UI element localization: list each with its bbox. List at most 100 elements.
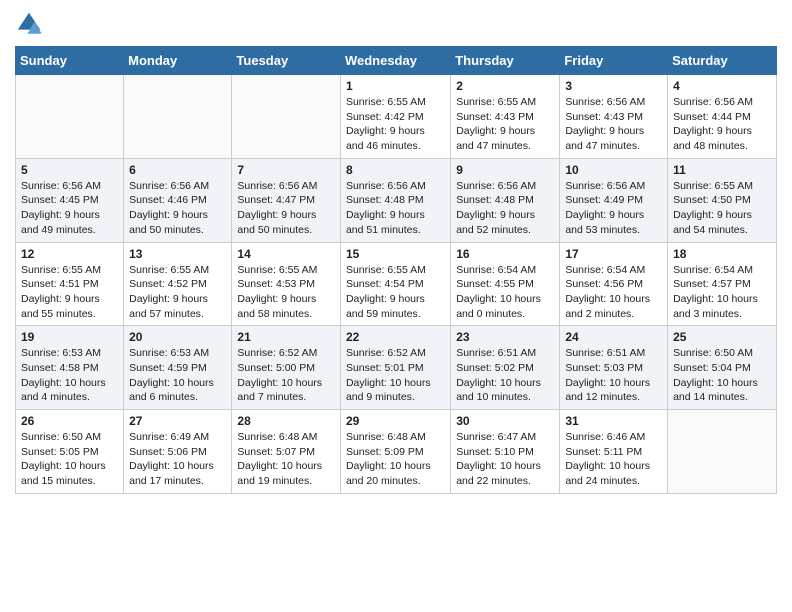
day-number: 6 (129, 163, 226, 177)
weekday-header-row: SundayMondayTuesdayWednesdayThursdayFrid… (16, 47, 777, 75)
day-number: 3 (565, 79, 662, 93)
calendar-cell: 7 Sunrise: 6:56 AM Sunset: 4:47 PM Daylig… (232, 158, 341, 242)
day-info: Sunrise: 6:54 AM Sunset: 4:57 PM Dayligh… (673, 263, 771, 322)
day-number: 14 (237, 247, 335, 261)
day-info: Sunrise: 6:55 AM Sunset: 4:51 PM Dayligh… (21, 263, 118, 322)
day-number: 9 (456, 163, 554, 177)
day-number: 22 (346, 330, 445, 344)
calendar-cell: 12 Sunrise: 6:55 AM Sunset: 4:51 PM Dayli… (16, 242, 124, 326)
day-info: Sunrise: 6:48 AM Sunset: 5:07 PM Dayligh… (237, 430, 335, 489)
calendar-week-row: 19 Sunrise: 6:53 AM Sunset: 4:58 PM Dayli… (16, 326, 777, 410)
day-info: Sunrise: 6:55 AM Sunset: 4:53 PM Dayligh… (237, 263, 335, 322)
weekday-header-thursday: Thursday (451, 47, 560, 75)
day-info: Sunrise: 6:56 AM Sunset: 4:44 PM Dayligh… (673, 95, 771, 154)
day-number: 8 (346, 163, 445, 177)
day-info: Sunrise: 6:56 AM Sunset: 4:48 PM Dayligh… (456, 179, 554, 238)
day-number: 11 (673, 163, 771, 177)
day-info: Sunrise: 6:56 AM Sunset: 4:49 PM Dayligh… (565, 179, 662, 238)
calendar-cell: 14 Sunrise: 6:55 AM Sunset: 4:53 PM Dayli… (232, 242, 341, 326)
day-number: 2 (456, 79, 554, 93)
calendar-cell: 8 Sunrise: 6:56 AM Sunset: 4:48 PM Daylig… (340, 158, 450, 242)
calendar-cell: 17 Sunrise: 6:54 AM Sunset: 4:56 PM Dayli… (560, 242, 668, 326)
day-info: Sunrise: 6:46 AM Sunset: 5:11 PM Dayligh… (565, 430, 662, 489)
day-info: Sunrise: 6:51 AM Sunset: 5:03 PM Dayligh… (565, 346, 662, 405)
calendar-cell: 27 Sunrise: 6:49 AM Sunset: 5:06 PM Dayli… (124, 410, 232, 494)
weekday-header-monday: Monday (124, 47, 232, 75)
page-header (15, 10, 777, 38)
calendar-cell (16, 75, 124, 159)
day-info: Sunrise: 6:54 AM Sunset: 4:55 PM Dayligh… (456, 263, 554, 322)
calendar-cell (668, 410, 777, 494)
day-info: Sunrise: 6:54 AM Sunset: 4:56 PM Dayligh… (565, 263, 662, 322)
day-info: Sunrise: 6:56 AM Sunset: 4:48 PM Dayligh… (346, 179, 445, 238)
day-number: 25 (673, 330, 771, 344)
day-info: Sunrise: 6:48 AM Sunset: 5:09 PM Dayligh… (346, 430, 445, 489)
calendar-cell: 15 Sunrise: 6:55 AM Sunset: 4:54 PM Dayli… (340, 242, 450, 326)
day-number: 13 (129, 247, 226, 261)
weekday-header-sunday: Sunday (16, 47, 124, 75)
calendar-cell: 6 Sunrise: 6:56 AM Sunset: 4:46 PM Daylig… (124, 158, 232, 242)
day-number: 27 (129, 414, 226, 428)
day-info: Sunrise: 6:56 AM Sunset: 4:43 PM Dayligh… (565, 95, 662, 154)
calendar-week-row: 12 Sunrise: 6:55 AM Sunset: 4:51 PM Dayli… (16, 242, 777, 326)
day-info: Sunrise: 6:56 AM Sunset: 4:46 PM Dayligh… (129, 179, 226, 238)
day-number: 30 (456, 414, 554, 428)
day-number: 10 (565, 163, 662, 177)
weekday-header-wednesday: Wednesday (340, 47, 450, 75)
day-info: Sunrise: 6:55 AM Sunset: 4:52 PM Dayligh… (129, 263, 226, 322)
calendar-cell: 23 Sunrise: 6:51 AM Sunset: 5:02 PM Dayli… (451, 326, 560, 410)
day-info: Sunrise: 6:51 AM Sunset: 5:02 PM Dayligh… (456, 346, 554, 405)
day-info: Sunrise: 6:55 AM Sunset: 4:54 PM Dayligh… (346, 263, 445, 322)
day-number: 18 (673, 247, 771, 261)
calendar-cell (232, 75, 341, 159)
weekday-header-saturday: Saturday (668, 47, 777, 75)
calendar-week-row: 1 Sunrise: 6:55 AM Sunset: 4:42 PM Daylig… (16, 75, 777, 159)
calendar-cell: 2 Sunrise: 6:55 AM Sunset: 4:43 PM Daylig… (451, 75, 560, 159)
day-number: 26 (21, 414, 118, 428)
day-number: 21 (237, 330, 335, 344)
day-info: Sunrise: 6:47 AM Sunset: 5:10 PM Dayligh… (456, 430, 554, 489)
calendar-cell: 29Sunrise: 6:48 AM Sunset: 5:09 PM Dayli… (340, 410, 450, 494)
day-info: Sunrise: 6:53 AM Sunset: 4:59 PM Dayligh… (129, 346, 226, 405)
day-info: Sunrise: 6:52 AM Sunset: 5:01 PM Dayligh… (346, 346, 445, 405)
day-info: Sunrise: 6:50 AM Sunset: 5:05 PM Dayligh… (21, 430, 118, 489)
day-number: 31 (565, 414, 662, 428)
calendar-cell: 22 Sunrise: 6:52 AM Sunset: 5:01 PM Dayli… (340, 326, 450, 410)
day-number: 12 (21, 247, 118, 261)
calendar-cell: 19 Sunrise: 6:53 AM Sunset: 4:58 PM Dayli… (16, 326, 124, 410)
logo-icon (15, 10, 43, 38)
day-number: 28 (237, 414, 335, 428)
calendar-cell: 1 Sunrise: 6:55 AM Sunset: 4:42 PM Daylig… (340, 75, 450, 159)
day-number: 15 (346, 247, 445, 261)
day-number: 1 (346, 79, 445, 93)
calendar-cell: 9 Sunrise: 6:56 AM Sunset: 4:48 PM Daylig… (451, 158, 560, 242)
day-info: Sunrise: 6:56 AM Sunset: 4:47 PM Dayligh… (237, 179, 335, 238)
calendar-cell: 13 Sunrise: 6:55 AM Sunset: 4:52 PM Dayli… (124, 242, 232, 326)
day-info: Sunrise: 6:55 AM Sunset: 4:42 PM Dayligh… (346, 95, 445, 154)
calendar-cell: 21Sunrise: 6:52 AM Sunset: 5:00 PM Dayli… (232, 326, 341, 410)
weekday-header-tuesday: Tuesday (232, 47, 341, 75)
calendar-cell: 26 Sunrise: 6:50 AM Sunset: 5:05 PM Dayli… (16, 410, 124, 494)
calendar-cell (124, 75, 232, 159)
day-info: Sunrise: 6:53 AM Sunset: 4:58 PM Dayligh… (21, 346, 118, 405)
day-number: 23 (456, 330, 554, 344)
day-number: 19 (21, 330, 118, 344)
calendar-cell: 31 Sunrise: 6:46 AM Sunset: 5:11 PM Dayli… (560, 410, 668, 494)
day-info: Sunrise: 6:49 AM Sunset: 5:06 PM Dayligh… (129, 430, 226, 489)
day-number: 7 (237, 163, 335, 177)
day-number: 5 (21, 163, 118, 177)
calendar-cell: 10 Sunrise: 6:56 AM Sunset: 4:49 PM Dayli… (560, 158, 668, 242)
calendar-cell: 16 Sunrise: 6:54 AM Sunset: 4:55 PM Dayli… (451, 242, 560, 326)
day-number: 16 (456, 247, 554, 261)
calendar-cell: 24Sunrise: 6:51 AM Sunset: 5:03 PM Dayli… (560, 326, 668, 410)
day-info: Sunrise: 6:55 AM Sunset: 4:43 PM Dayligh… (456, 95, 554, 154)
logo (15, 10, 47, 38)
day-number: 17 (565, 247, 662, 261)
day-info: Sunrise: 6:55 AM Sunset: 4:50 PM Dayligh… (673, 179, 771, 238)
calendar-cell: 18 Sunrise: 6:54 AM Sunset: 4:57 PM Dayli… (668, 242, 777, 326)
day-info: Sunrise: 6:56 AM Sunset: 4:45 PM Dayligh… (21, 179, 118, 238)
calendar-cell: 3 Sunrise: 6:56 AM Sunset: 4:43 PM Daylig… (560, 75, 668, 159)
calendar-week-row: 26 Sunrise: 6:50 AM Sunset: 5:05 PM Dayli… (16, 410, 777, 494)
calendar-cell: 28 Sunrise: 6:48 AM Sunset: 5:07 PM Dayli… (232, 410, 341, 494)
calendar-cell: 20Sunrise: 6:53 AM Sunset: 4:59 PM Dayli… (124, 326, 232, 410)
